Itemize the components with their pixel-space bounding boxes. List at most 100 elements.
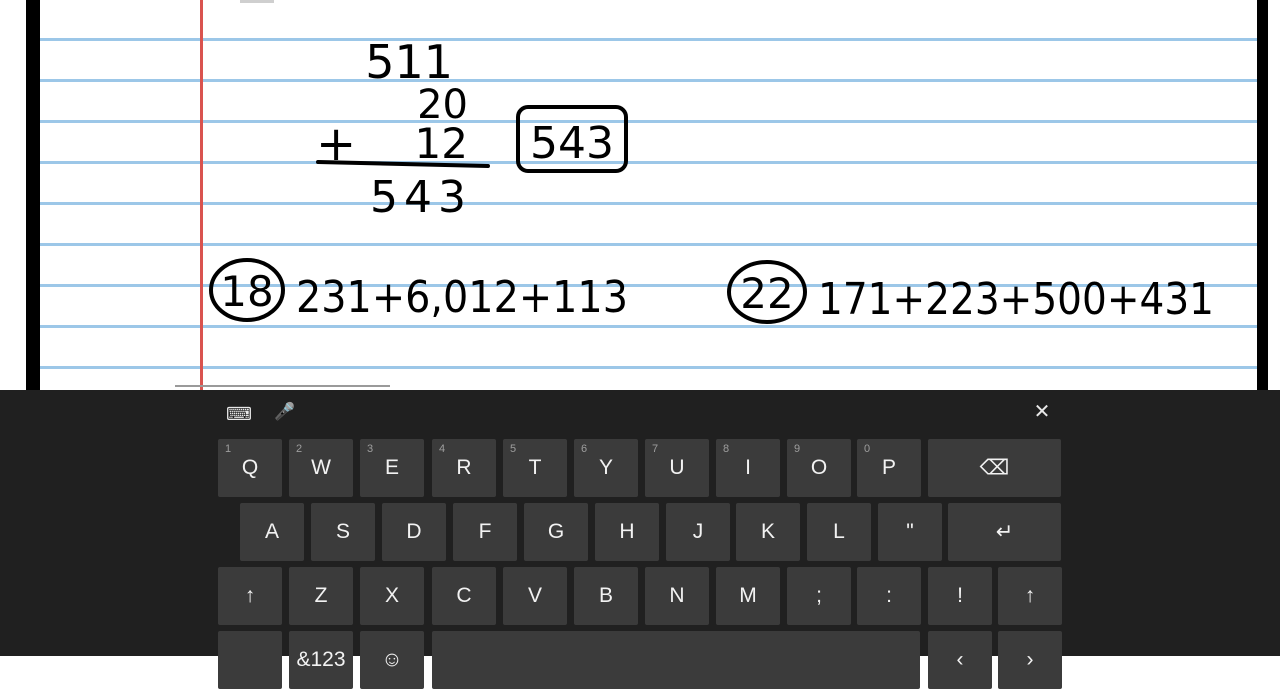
key-label: B bbox=[598, 584, 613, 607]
key-g[interactable]: G bbox=[524, 503, 588, 561]
key-label: ↑ bbox=[1024, 584, 1036, 607]
ctrl-key[interactable] bbox=[218, 631, 282, 689]
key-hint: 8 bbox=[723, 443, 730, 455]
key-w[interactable]: 2W bbox=[289, 439, 353, 497]
touch-keyboard: ⌨ 🎤 ✕ 1 Q 2 W 3 E 4 R 5 T 6 Y 7 U 8 I 9 O 0 P ⌫ A S D F G H J K L " ↵ ↑ Z… bbox=[0, 390, 1280, 689]
microphone-icon[interactable]: 🎤 bbox=[272, 400, 298, 424]
key-hint: 0 bbox=[864, 443, 871, 455]
key-c[interactable]: C bbox=[432, 567, 496, 625]
key-m[interactable]: M bbox=[716, 567, 780, 625]
key-v[interactable]: V bbox=[503, 567, 567, 625]
key-n[interactable]: N bbox=[645, 567, 709, 625]
key-r[interactable]: 4R bbox=[432, 439, 496, 497]
right-arrow-key[interactable]: › bbox=[998, 631, 1062, 689]
key-label: M bbox=[739, 584, 757, 607]
key-label: L bbox=[833, 520, 845, 543]
key-label: R bbox=[456, 456, 472, 479]
emoji-key[interactable]: ☺ bbox=[360, 631, 424, 689]
key-hint: 1 bbox=[225, 443, 232, 455]
key-label: N bbox=[669, 584, 685, 607]
key-l[interactable]: L bbox=[807, 503, 871, 561]
key-hint: 9 bbox=[794, 443, 801, 455]
key-z[interactable]: Z bbox=[289, 567, 353, 625]
key-label: P bbox=[881, 456, 896, 479]
problem-18-expression: 231+6,012+113 bbox=[296, 272, 628, 323]
key-hint: 3 bbox=[367, 443, 374, 455]
addend-511: 511 bbox=[365, 35, 453, 89]
key-label: ! bbox=[957, 584, 963, 607]
key-label: ↵ bbox=[995, 520, 1014, 544]
key-label: K bbox=[760, 520, 775, 543]
enter-key[interactable]: ↵ bbox=[948, 503, 1061, 561]
quote-key[interactable]: " bbox=[878, 503, 942, 561]
key-label: A bbox=[264, 520, 279, 543]
key-label: ; bbox=[816, 584, 822, 607]
key-p[interactable]: 0P bbox=[857, 439, 921, 497]
sum-543: 543 bbox=[370, 172, 472, 223]
close-icon[interactable]: ✕ bbox=[1029, 400, 1055, 424]
key-label: J bbox=[692, 520, 704, 543]
shift-right-key[interactable]: ↑ bbox=[998, 567, 1062, 625]
colon-key[interactable]: : bbox=[857, 567, 921, 625]
key-b[interactable]: B bbox=[574, 567, 638, 625]
key-s[interactable]: S bbox=[311, 503, 375, 561]
key-label: " bbox=[906, 520, 914, 543]
problem-22-number: 22 bbox=[740, 269, 793, 318]
key-label: › bbox=[1026, 648, 1034, 671]
key-label: Y bbox=[598, 456, 613, 479]
key-label: Q bbox=[241, 456, 259, 479]
key-e[interactable]: 3E bbox=[360, 439, 424, 497]
key-h[interactable]: H bbox=[595, 503, 659, 561]
shift-left-key[interactable]: ↑ bbox=[218, 567, 282, 625]
key-label: D bbox=[406, 520, 422, 543]
key-hint: 5 bbox=[510, 443, 517, 455]
key-label: : bbox=[886, 584, 892, 607]
key-label: ☺ bbox=[381, 648, 403, 671]
key-a[interactable]: A bbox=[240, 503, 304, 561]
key-label: ‹ bbox=[956, 648, 964, 671]
key-label: E bbox=[384, 456, 399, 479]
key-label: S bbox=[335, 520, 350, 543]
keyboard-settings-icon[interactable]: ⌨ bbox=[226, 402, 252, 426]
addend-12: 12 bbox=[415, 119, 468, 168]
key-d[interactable]: D bbox=[382, 503, 446, 561]
key-i[interactable]: 8I bbox=[716, 439, 780, 497]
key-x[interactable]: X bbox=[360, 567, 424, 625]
semicolon-key[interactable]: ; bbox=[787, 567, 851, 625]
symbols-key[interactable]: &123 bbox=[289, 631, 353, 689]
key-label: X bbox=[384, 584, 399, 607]
key-hint: 7 bbox=[652, 443, 659, 455]
key-label: I bbox=[745, 456, 751, 479]
key-label: O bbox=[810, 456, 828, 479]
key-label: G bbox=[547, 520, 565, 543]
boxed-answer: 543 bbox=[530, 118, 614, 169]
key-label: ⌫ bbox=[979, 456, 1010, 480]
key-hint: 2 bbox=[296, 443, 303, 455]
key-label: T bbox=[528, 456, 542, 479]
key-t[interactable]: 5T bbox=[503, 439, 567, 497]
key-k[interactable]: K bbox=[736, 503, 800, 561]
handwriting-layer: 511 20 + 12 543 543 18 231+6,012+113 22 … bbox=[209, 35, 1214, 325]
problem-22-expression: 171+223+500+431 bbox=[818, 274, 1214, 325]
key-label: Z bbox=[314, 584, 328, 607]
key-j[interactable]: J bbox=[666, 503, 730, 561]
key-hint: 6 bbox=[581, 443, 588, 455]
key-label: H bbox=[619, 520, 635, 543]
key-label: W bbox=[311, 456, 331, 479]
backspace-key[interactable]: ⌫ bbox=[928, 439, 1061, 497]
space-key[interactable] bbox=[432, 631, 920, 689]
key-label: V bbox=[527, 584, 542, 607]
key-q[interactable]: 1Q bbox=[218, 439, 282, 497]
key-label: C bbox=[456, 584, 472, 607]
key-y[interactable]: 6Y bbox=[574, 439, 638, 497]
key-f[interactable]: F bbox=[453, 503, 517, 561]
left-arrow-key[interactable]: ‹ bbox=[928, 631, 992, 689]
exclamation-key[interactable]: ! bbox=[928, 567, 992, 625]
key-label: F bbox=[478, 520, 492, 543]
key-hint: 4 bbox=[439, 443, 446, 455]
key-u[interactable]: 7U bbox=[645, 439, 709, 497]
key-o[interactable]: 9O bbox=[787, 439, 851, 497]
key-label: U bbox=[669, 456, 685, 479]
problem-18-number: 18 bbox=[220, 267, 273, 316]
key-label: ↑ bbox=[244, 584, 256, 607]
